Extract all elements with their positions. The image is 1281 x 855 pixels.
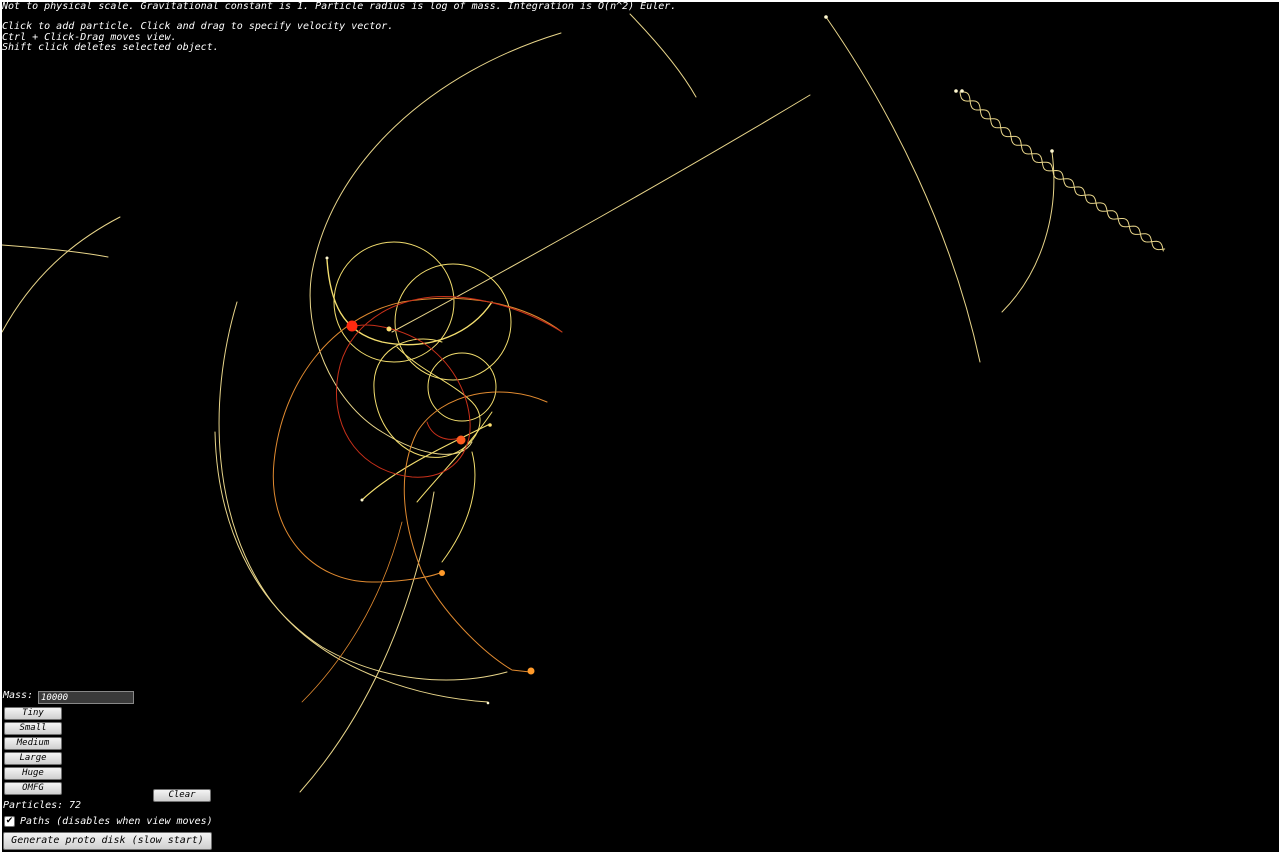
particles-count: 72 — [69, 800, 82, 811]
checkmark-icon: ✔ — [5, 816, 14, 826]
omfg-button[interactable]: OMFG — [4, 782, 62, 795]
clear-button[interactable]: Clear — [153, 789, 211, 802]
small-button[interactable]: Small — [4, 722, 62, 735]
particle[interactable] — [1050, 149, 1054, 153]
huge-button[interactable]: Huge — [4, 767, 62, 780]
particle[interactable] — [386, 326, 392, 332]
tiny-button[interactable]: Tiny — [4, 707, 62, 720]
particle[interactable] — [960, 89, 964, 93]
particle[interactable] — [527, 667, 535, 675]
medium-button[interactable]: Medium — [4, 737, 62, 750]
mass-label: Mass: — [3, 690, 34, 701]
simulation-canvas[interactable] — [2, 2, 1279, 852]
particle[interactable] — [346, 320, 358, 332]
particles-label: Particles: — [3, 800, 64, 811]
paths-checkbox[interactable]: ✔ — [4, 816, 15, 827]
particle[interactable] — [488, 423, 492, 427]
space-background[interactable] — [2, 2, 1279, 852]
mass-input[interactable] — [38, 691, 134, 704]
particle[interactable] — [325, 256, 329, 260]
large-button[interactable]: Large — [4, 752, 62, 765]
generate-proto-disk-button[interactable]: Generate proto disk (slow start) — [3, 832, 212, 850]
particle[interactable] — [954, 89, 958, 93]
particle[interactable] — [486, 701, 490, 705]
particle[interactable] — [456, 435, 466, 445]
simulation-viewport[interactable]: Not to physical scale. Gravitational con… — [2, 2, 1279, 852]
particle[interactable] — [824, 15, 828, 19]
particle[interactable] — [360, 498, 364, 502]
paths-label: Paths (disables when view moves) — [20, 816, 213, 827]
particle[interactable] — [439, 570, 445, 576]
